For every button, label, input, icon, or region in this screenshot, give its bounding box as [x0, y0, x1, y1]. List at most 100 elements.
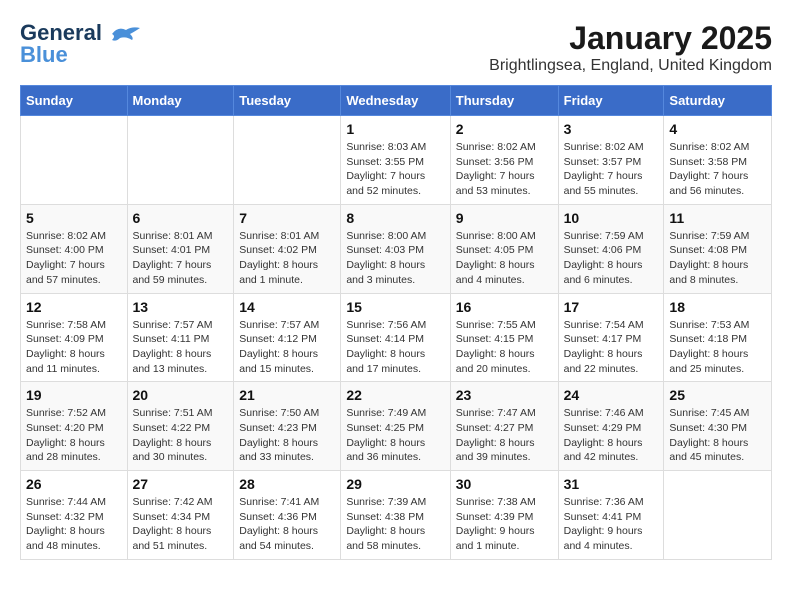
calendar-cell: 11 Sunrise: 7:59 AM Sunset: 4:08 PM Dayli… [664, 204, 772, 293]
day-number: 11 [669, 210, 766, 226]
day-info: Sunrise: 7:53 AM Sunset: 4:18 PM Dayligh… [669, 318, 766, 377]
day-number: 15 [346, 299, 444, 315]
logo-bird-icon [110, 24, 142, 44]
calendar-cell: 16 Sunrise: 7:55 AM Sunset: 4:15 PM Dayli… [450, 293, 558, 382]
day-info: Sunrise: 7:51 AM Sunset: 4:22 PM Dayligh… [133, 406, 229, 465]
day-number: 22 [346, 387, 444, 403]
calendar-cell [127, 116, 234, 205]
day-number: 26 [26, 476, 122, 492]
day-number: 1 [346, 121, 444, 137]
day-info: Sunrise: 7:58 AM Sunset: 4:09 PM Dayligh… [26, 318, 122, 377]
logo-text-block: General Blue [20, 20, 142, 68]
calendar-cell: 23Sunrise: 7:47 AM Sunset: 4:27 PM Dayli… [450, 382, 558, 471]
calendar-cell [21, 116, 128, 205]
day-info: Sunrise: 8:01 AM Sunset: 4:02 PM Dayligh… [239, 229, 335, 288]
day-number: 29 [346, 476, 444, 492]
day-info: Sunrise: 7:57 AM Sunset: 4:11 PM Dayligh… [133, 318, 229, 377]
day-info: Sunrise: 8:02 AM Sunset: 3:57 PM Dayligh… [564, 140, 659, 199]
calendar-cell: 7Sunrise: 8:01 AM Sunset: 4:02 PM Daylig… [234, 204, 341, 293]
calendar-cell: 3 Sunrise: 8:02 AM Sunset: 3:57 PM Daylig… [558, 116, 664, 205]
day-info: Sunrise: 7:46 AM Sunset: 4:29 PM Dayligh… [564, 406, 659, 465]
calendar-cell: 5 Sunrise: 8:02 AM Sunset: 4:00 PM Daylig… [21, 204, 128, 293]
day-number: 9 [456, 210, 553, 226]
calendar-cell: 15 Sunrise: 7:56 AM Sunset: 4:14 PM Dayli… [341, 293, 450, 382]
day-info: Sunrise: 8:02 AM Sunset: 4:00 PM Dayligh… [26, 229, 122, 288]
day-info: Sunrise: 7:56 AM Sunset: 4:14 PM Dayligh… [346, 318, 444, 377]
logo: General Blue [20, 20, 142, 68]
calendar-cell: 17 Sunrise: 7:54 AM Sunset: 4:17 PM Dayli… [558, 293, 664, 382]
day-number: 2 [456, 121, 553, 137]
header-tuesday: Tuesday [234, 86, 341, 116]
calendar-cell: 21Sunrise: 7:50 AM Sunset: 4:23 PM Dayli… [234, 382, 341, 471]
header-thursday: Thursday [450, 86, 558, 116]
page-header: General Blue January 2025 Brightlingsea,… [20, 20, 772, 75]
day-info: Sunrise: 8:01 AM Sunset: 4:01 PM Dayligh… [133, 229, 229, 288]
day-info: Sunrise: 7:54 AM Sunset: 4:17 PM Dayligh… [564, 318, 659, 377]
day-number: 24 [564, 387, 659, 403]
calendar-cell: 31Sunrise: 7:36 AM Sunset: 4:41 PM Dayli… [558, 471, 664, 560]
header-wednesday: Wednesday [341, 86, 450, 116]
day-number: 27 [133, 476, 229, 492]
day-number: 20 [133, 387, 229, 403]
calendar-cell: 26 Sunrise: 7:44 AM Sunset: 4:32 PM Dayli… [21, 471, 128, 560]
header-friday: Friday [558, 86, 664, 116]
day-number: 3 [564, 121, 659, 137]
day-info: Sunrise: 7:45 AM Sunset: 4:30 PM Dayligh… [669, 406, 766, 465]
calendar-cell: 10 Sunrise: 7:59 AM Sunset: 4:06 PM Dayli… [558, 204, 664, 293]
day-info: Sunrise: 8:00 AM Sunset: 4:05 PM Dayligh… [456, 229, 553, 288]
day-number: 17 [564, 299, 659, 315]
day-info: Sunrise: 7:52 AM Sunset: 4:20 PM Dayligh… [26, 406, 122, 465]
day-info: Sunrise: 7:59 AM Sunset: 4:06 PM Dayligh… [564, 229, 659, 288]
day-info: Sunrise: 7:50 AM Sunset: 4:23 PM Dayligh… [239, 406, 335, 465]
week-row-4: 19 Sunrise: 7:52 AM Sunset: 4:20 PM Dayli… [21, 382, 772, 471]
calendar-cell: 6 Sunrise: 8:01 AM Sunset: 4:01 PM Daylig… [127, 204, 234, 293]
day-info: Sunrise: 7:39 AM Sunset: 4:38 PM Dayligh… [346, 495, 444, 554]
calendar-cell: 19 Sunrise: 7:52 AM Sunset: 4:20 PM Dayli… [21, 382, 128, 471]
calendar-cell [234, 116, 341, 205]
day-info: Sunrise: 7:44 AM Sunset: 4:32 PM Dayligh… [26, 495, 122, 554]
calendar-cell: 28 Sunrise: 7:41 AM Sunset: 4:36 PM Dayli… [234, 471, 341, 560]
day-number: 6 [133, 210, 229, 226]
day-info: Sunrise: 7:57 AM Sunset: 4:12 PM Dayligh… [239, 318, 335, 377]
day-info: Sunrise: 8:02 AM Sunset: 3:56 PM Dayligh… [456, 140, 553, 199]
calendar-cell: 30Sunrise: 7:38 AM Sunset: 4:39 PM Dayli… [450, 471, 558, 560]
calendar-cell: 13 Sunrise: 7:57 AM Sunset: 4:11 PM Dayli… [127, 293, 234, 382]
day-number: 14 [239, 299, 335, 315]
calendar-cell: 9 Sunrise: 8:00 AM Sunset: 4:05 PM Daylig… [450, 204, 558, 293]
day-info: Sunrise: 7:36 AM Sunset: 4:41 PM Dayligh… [564, 495, 659, 554]
day-number: 10 [564, 210, 659, 226]
header-monday: Monday [127, 86, 234, 116]
day-number: 16 [456, 299, 553, 315]
calendar-cell: 1 Sunrise: 8:03 AM Sunset: 3:55 PM Daylig… [341, 116, 450, 205]
day-info: Sunrise: 8:02 AM Sunset: 3:58 PM Dayligh… [669, 140, 766, 199]
header-saturday: Saturday [664, 86, 772, 116]
calendar-cell: 25 Sunrise: 7:45 AM Sunset: 4:30 PM Dayli… [664, 382, 772, 471]
calendar-cell: 18 Sunrise: 7:53 AM Sunset: 4:18 PM Dayli… [664, 293, 772, 382]
calendar-cell: 29 Sunrise: 7:39 AM Sunset: 4:38 PM Dayli… [341, 471, 450, 560]
day-info: Sunrise: 7:59 AM Sunset: 4:08 PM Dayligh… [669, 229, 766, 288]
day-number: 4 [669, 121, 766, 137]
day-number: 8 [346, 210, 444, 226]
day-info: Sunrise: 8:03 AM Sunset: 3:55 PM Dayligh… [346, 140, 444, 199]
day-number: 28 [239, 476, 335, 492]
day-info: Sunrise: 7:41 AM Sunset: 4:36 PM Dayligh… [239, 495, 335, 554]
week-row-1: 1 Sunrise: 8:03 AM Sunset: 3:55 PM Daylig… [21, 116, 772, 205]
day-number: 30 [456, 476, 553, 492]
day-number: 12 [26, 299, 122, 315]
calendar-cell: 2 Sunrise: 8:02 AM Sunset: 3:56 PM Daylig… [450, 116, 558, 205]
calendar-cell: 8Sunrise: 8:00 AM Sunset: 4:03 PM Daylig… [341, 204, 450, 293]
title-block: January 2025 Brightlingsea, England, Uni… [489, 20, 772, 75]
day-info: Sunrise: 7:42 AM Sunset: 4:34 PM Dayligh… [133, 495, 229, 554]
calendar-table: SundayMondayTuesdayWednesdayThursdayFrid… [20, 85, 772, 560]
day-number: 25 [669, 387, 766, 403]
day-number: 23 [456, 387, 553, 403]
day-info: Sunrise: 7:55 AM Sunset: 4:15 PM Dayligh… [456, 318, 553, 377]
calendar-cell: 20 Sunrise: 7:51 AM Sunset: 4:22 PM Dayli… [127, 382, 234, 471]
day-number: 13 [133, 299, 229, 315]
week-row-3: 12 Sunrise: 7:58 AM Sunset: 4:09 PM Dayli… [21, 293, 772, 382]
calendar-cell: 22Sunrise: 7:49 AM Sunset: 4:25 PM Dayli… [341, 382, 450, 471]
day-number: 18 [669, 299, 766, 315]
calendar-cell: 4 Sunrise: 8:02 AM Sunset: 3:58 PM Daylig… [664, 116, 772, 205]
day-number: 5 [26, 210, 122, 226]
day-number: 19 [26, 387, 122, 403]
